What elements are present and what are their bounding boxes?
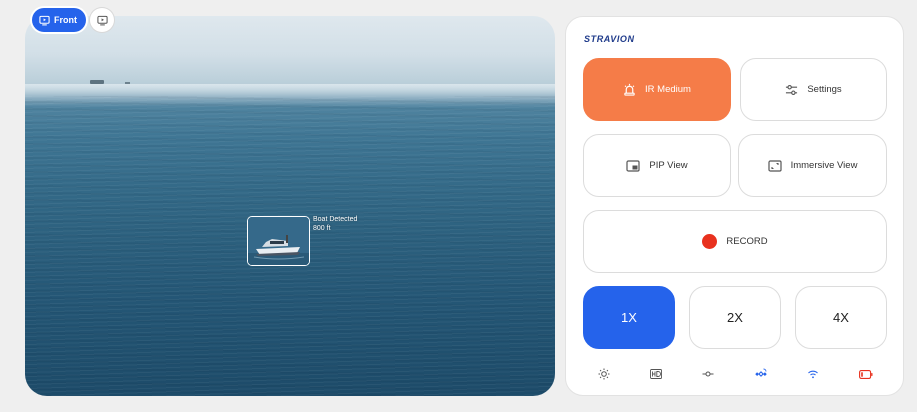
wifi-icon[interactable] — [807, 369, 819, 379]
pip-view-label: PIP View — [649, 160, 688, 171]
pip-view-button[interactable]: PIP View — [583, 134, 731, 197]
distant-ship-small — [125, 82, 130, 84]
camera-feed[interactable]: Boat Detected 800 ft — [25, 16, 555, 396]
immersive-view-button[interactable]: Immersive View — [738, 134, 887, 197]
zoom-1x-label: 1X — [621, 310, 637, 325]
zoom-2x-label: 2X — [727, 310, 743, 325]
tab-alt-camera[interactable] — [90, 8, 114, 32]
control-panel: STRAVION IR Medium Settings PIP View Imm… — [565, 16, 904, 396]
tab-front-label: Front — [54, 15, 77, 25]
monitor-play-icon — [96, 15, 108, 25]
app-root: Boat Detected 800 ft Front STRAVION IR M… — [0, 0, 917, 412]
detection-label: Boat Detected 800 ft — [313, 215, 357, 233]
monitor-play-icon — [39, 15, 50, 25]
ir-mode-button[interactable]: IR Medium — [583, 58, 731, 121]
alarm-light-icon — [624, 83, 635, 96]
detection-box[interactable] — [247, 216, 310, 266]
tab-front-camera[interactable]: Front — [32, 8, 86, 32]
zoom-4x-button[interactable]: 4X — [795, 286, 887, 349]
sliders-icon — [786, 84, 798, 95]
distant-ship — [90, 80, 104, 84]
brand-logo: STRAVION — [584, 34, 635, 44]
expand-icon — [767, 159, 782, 172]
camera-tabs: Front — [32, 8, 114, 32]
zoom-2x-button[interactable]: 2X — [689, 286, 781, 349]
ir-mode-label: IR Medium — [645, 84, 691, 95]
detection-distance: 800 ft — [313, 225, 331, 232]
settings-label: Settings — [807, 84, 842, 95]
boat-thumbnail — [248, 217, 309, 265]
brightness-icon[interactable] — [598, 368, 610, 380]
satellite-icon[interactable] — [754, 368, 767, 380]
immersive-view-label: Immersive View — [790, 160, 858, 171]
detection-title: Boat Detected — [313, 216, 358, 223]
hd-icon[interactable] — [650, 369, 663, 379]
settings-button[interactable]: Settings — [740, 58, 887, 121]
zoom-1x-button[interactable]: 1X — [583, 286, 675, 349]
status-bar — [583, 364, 887, 384]
pip-icon — [626, 159, 640, 172]
zoom-4x-label: 4X — [833, 310, 849, 325]
record-button[interactable]: RECORD — [583, 210, 887, 273]
record-dot-icon — [702, 234, 718, 249]
record-label: RECORD — [726, 236, 768, 247]
battery-low-icon[interactable] — [858, 369, 873, 379]
commit-icon[interactable] — [702, 370, 714, 378]
